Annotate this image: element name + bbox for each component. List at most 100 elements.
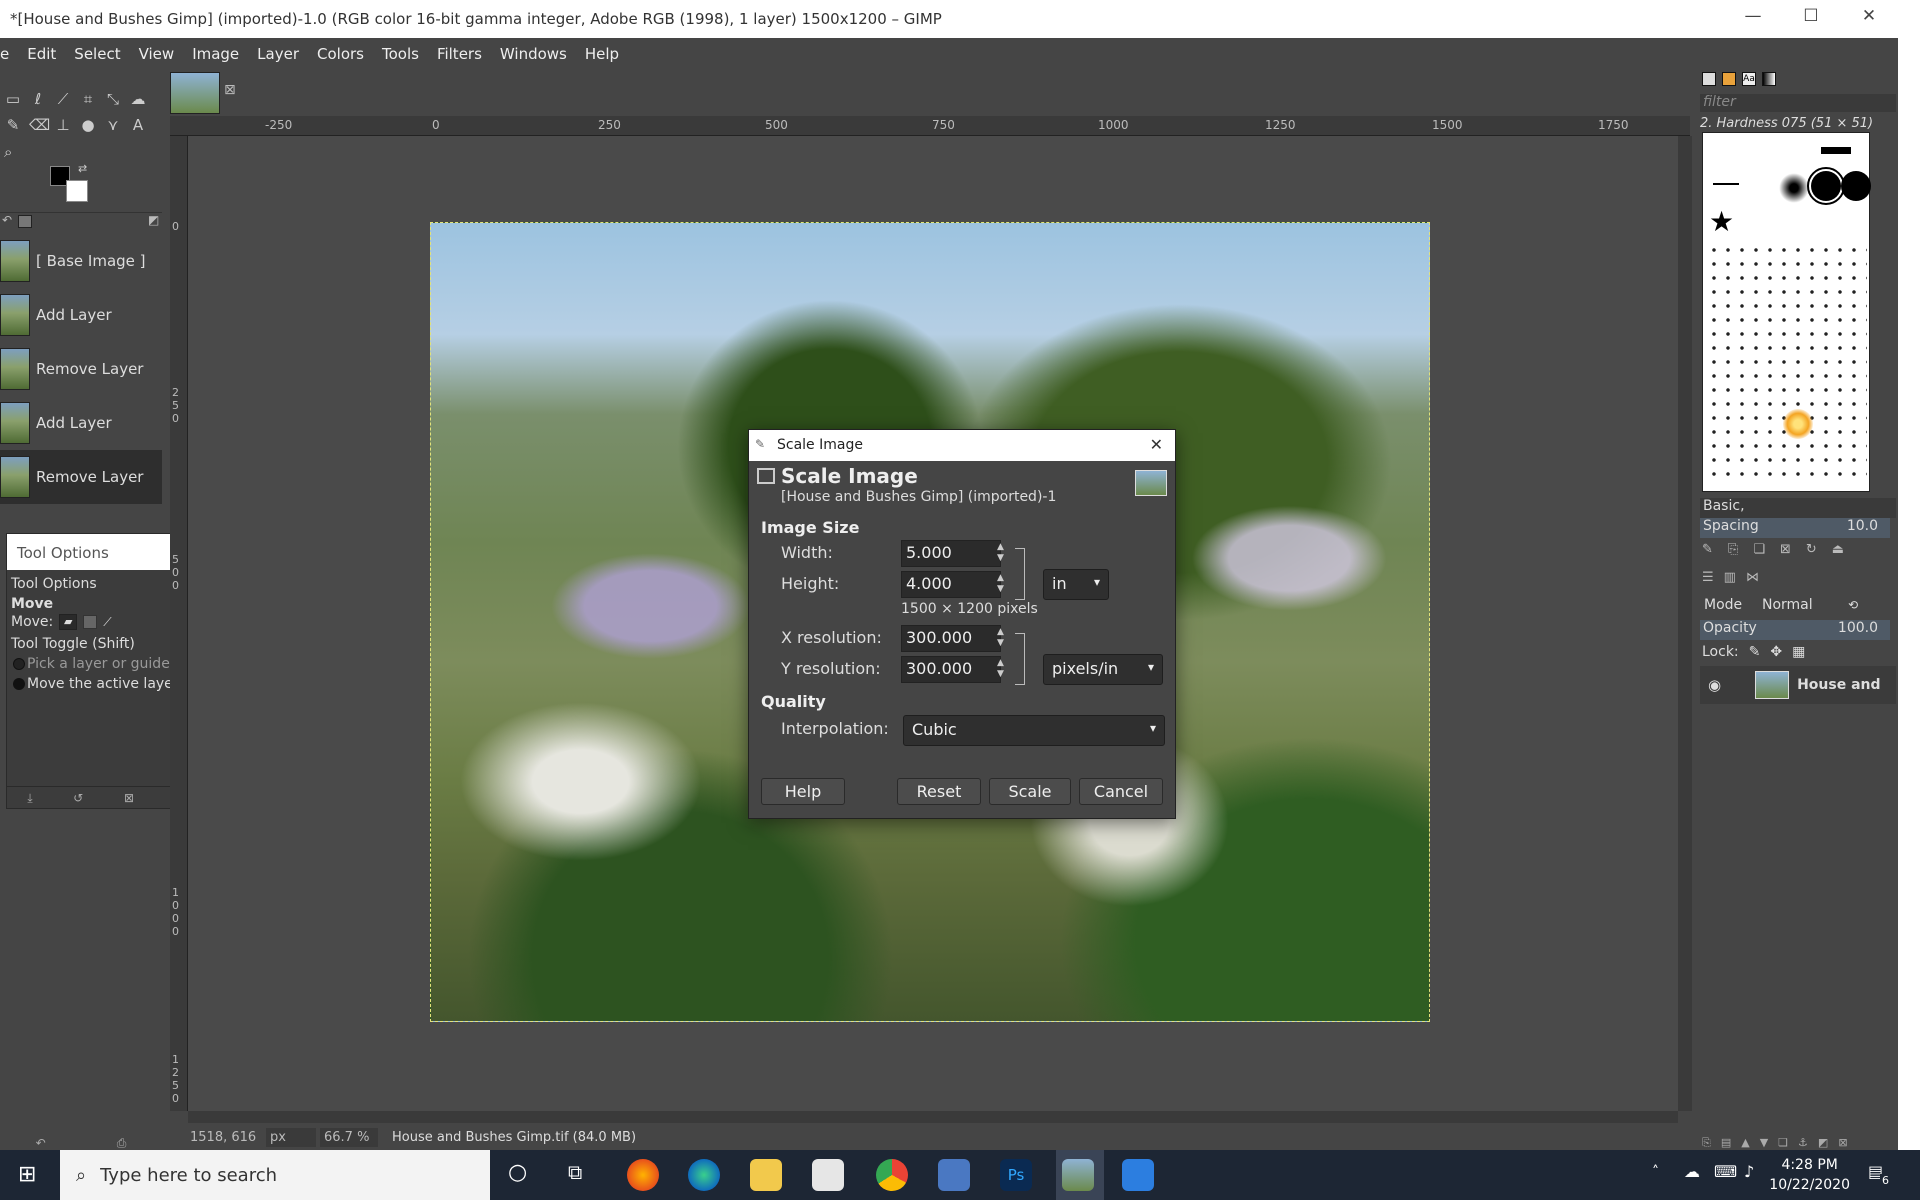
brush-grid[interactable]: ★: [1702, 132, 1871, 492]
brush-texture-grid[interactable]: [1707, 243, 1867, 483]
vertical-scrollbar[interactable]: [1678, 136, 1692, 1111]
move-selection-icon[interactable]: [83, 615, 98, 629]
save-preset-icon[interactable]: ⤓: [27, 791, 32, 806]
layers-tab-icon[interactable]: ☰: [1702, 570, 1714, 585]
chrome-icon[interactable]: [876, 1159, 908, 1191]
new-layer-icon[interactable]: ⎘: [1702, 1136, 1711, 1150]
move-path-icon[interactable]: ⟋: [103, 615, 111, 630]
mask-layer-icon[interactable]: ◩: [1818, 1136, 1828, 1150]
app-icon[interactable]: [938, 1159, 970, 1191]
scale-button[interactable]: Scale: [989, 778, 1071, 805]
undo-icon[interactable]: ↶: [36, 1136, 46, 1151]
menu-edit[interactable]: Edit: [18, 45, 65, 63]
swap-colors-icon[interactable]: ⇄: [78, 162, 87, 175]
taskbar-clock[interactable]: 4:28 PM 10/22/2020: [1769, 1155, 1850, 1195]
taskbar-search[interactable]: ⌕ Type here to search: [60, 1150, 490, 1200]
tray-chevron-icon[interactable]: ˄: [1652, 1164, 1659, 1180]
new-brush-icon[interactable]: ⎘: [1728, 542, 1738, 557]
paths-icon[interactable]: ⋎: [104, 116, 122, 134]
res-unit-select[interactable]: pixels/in ▾: [1043, 654, 1163, 685]
menu-select[interactable]: Select: [65, 45, 129, 63]
image-tab-thumbnail[interactable]: [170, 72, 220, 114]
duplicate-brush-icon[interactable]: ❏: [1753, 542, 1765, 557]
layer-group-icon[interactable]: ▤: [1721, 1136, 1731, 1150]
yres-input[interactable]: 300.000: [901, 656, 1001, 683]
visibility-eye-icon[interactable]: ◉: [1708, 676, 1721, 694]
delete-preset-icon[interactable]: ⊠: [124, 791, 134, 806]
lock-position-icon[interactable]: ✥: [1770, 644, 1782, 660]
lower-layer-icon[interactable]: ▼: [1760, 1136, 1768, 1150]
cancel-button[interactable]: Cancel: [1079, 778, 1163, 805]
rect-select-icon[interactable]: ▭: [4, 90, 22, 108]
fuzzy-select-icon[interactable]: ⟋: [54, 90, 72, 108]
gimp-taskbar-icon[interactable]: [1062, 1159, 1094, 1191]
menu-colors[interactable]: Colors: [308, 45, 373, 63]
close-window-button[interactable]: ✕: [1846, 6, 1892, 32]
menu-file[interactable]: e: [0, 45, 18, 63]
lasso-icon[interactable]: ℓ: [29, 90, 47, 108]
background-color-swatch[interactable]: [66, 180, 88, 202]
cortana-icon[interactable]: ○: [508, 1160, 527, 1185]
width-spinner[interactable]: ▲ ▼: [997, 542, 1004, 564]
images-tab-icon[interactable]: [18, 215, 32, 228]
size-unit-select[interactable]: in ▾: [1043, 569, 1109, 600]
menu-windows[interactable]: Windows: [491, 45, 576, 63]
windows-start-icon[interactable]: ⊞: [18, 1162, 36, 1187]
spacing-slider[interactable]: Spacing 10.0: [1700, 518, 1890, 538]
delete-brush-icon[interactable]: ⊠: [1780, 542, 1791, 557]
lock-alpha-icon[interactable]: ▦: [1792, 644, 1805, 660]
undo-history-tab-icon[interactable]: ↶: [2, 213, 12, 227]
unit-select[interactable]: px: [266, 1127, 316, 1147]
brushes-tab-icon[interactable]: [1702, 72, 1716, 86]
layer-row[interactable]: ◉ House and: [1700, 666, 1896, 704]
smudge-icon[interactable]: ●: [79, 116, 97, 134]
brush-item[interactable]: [1713, 183, 1739, 185]
minimize-button[interactable]: —: [1730, 6, 1776, 32]
network-icon[interactable]: ⌨: [1714, 1162, 1737, 1181]
eraser-icon[interactable]: ⌫: [29, 116, 50, 134]
star-brush-icon[interactable]: ★: [1709, 205, 1734, 238]
text-icon[interactable]: A: [129, 116, 147, 134]
aspect-chain-icon[interactable]: [1015, 548, 1025, 600]
resolution-chain-icon[interactable]: [1015, 633, 1025, 685]
height-input[interactable]: 4.000: [901, 571, 1001, 598]
brush-item[interactable]: [1841, 171, 1871, 201]
warp-icon[interactable]: ☁: [129, 90, 147, 108]
edit-brush-icon[interactable]: ✎: [1702, 542, 1713, 557]
mode-select[interactable]: Normal: [1762, 597, 1848, 613]
zoom-icon[interactable]: ⌕: [4, 143, 12, 161]
reset-button[interactable]: Reset: [897, 778, 981, 805]
configure-tab-icon[interactable]: ◩: [148, 213, 159, 227]
menu-image[interactable]: Image: [183, 45, 248, 63]
gradients-tab-icon[interactable]: [1762, 72, 1776, 86]
edge-icon[interactable]: [688, 1159, 720, 1191]
open-brush-icon[interactable]: ⏏: [1832, 542, 1844, 557]
tool-options-tab-label[interactable]: Tool Options: [11, 576, 97, 592]
transform-icon[interactable]: ⤡: [104, 90, 122, 108]
anchor-layer-icon[interactable]: ⚓: [1798, 1136, 1808, 1150]
firefox-icon[interactable]: [627, 1159, 659, 1191]
brush-filter-input[interactable]: filter: [1700, 94, 1896, 112]
brush-item-selected[interactable]: [1807, 167, 1845, 205]
task-view-icon[interactable]: ⧉: [568, 1160, 582, 1184]
menu-view[interactable]: View: [130, 45, 184, 63]
help-button[interactable]: Help: [761, 778, 845, 805]
file-explorer-icon[interactable]: [750, 1159, 782, 1191]
dialog-close-icon[interactable]: ✕: [1150, 435, 1163, 454]
photos-icon[interactable]: [1122, 1159, 1154, 1191]
horizontal-scrollbar[interactable]: [188, 1111, 1678, 1123]
history-item[interactable]: Add Layer: [0, 396, 162, 450]
channels-tab-icon[interactable]: ▥: [1724, 570, 1736, 585]
paintbrush-icon[interactable]: ✎: [4, 116, 22, 134]
history-item[interactable]: [ Base Image ]: [0, 234, 162, 288]
crop-icon[interactable]: ⌗: [79, 90, 97, 108]
restore-preset-icon[interactable]: ↺: [73, 791, 83, 806]
interpolation-select[interactable]: Cubic ▾: [903, 715, 1165, 746]
print-icon[interactable]: ⎙: [117, 1136, 127, 1151]
zoom-select[interactable]: 66.7 %: [320, 1127, 378, 1147]
xres-spinner[interactable]: ▲ ▼: [997, 627, 1004, 649]
opacity-slider[interactable]: Opacity 100.0: [1700, 620, 1890, 640]
lock-pixels-icon[interactable]: ✎: [1749, 644, 1761, 660]
brush-item[interactable]: [1821, 147, 1851, 154]
yres-spinner[interactable]: ▲ ▼: [997, 658, 1004, 680]
